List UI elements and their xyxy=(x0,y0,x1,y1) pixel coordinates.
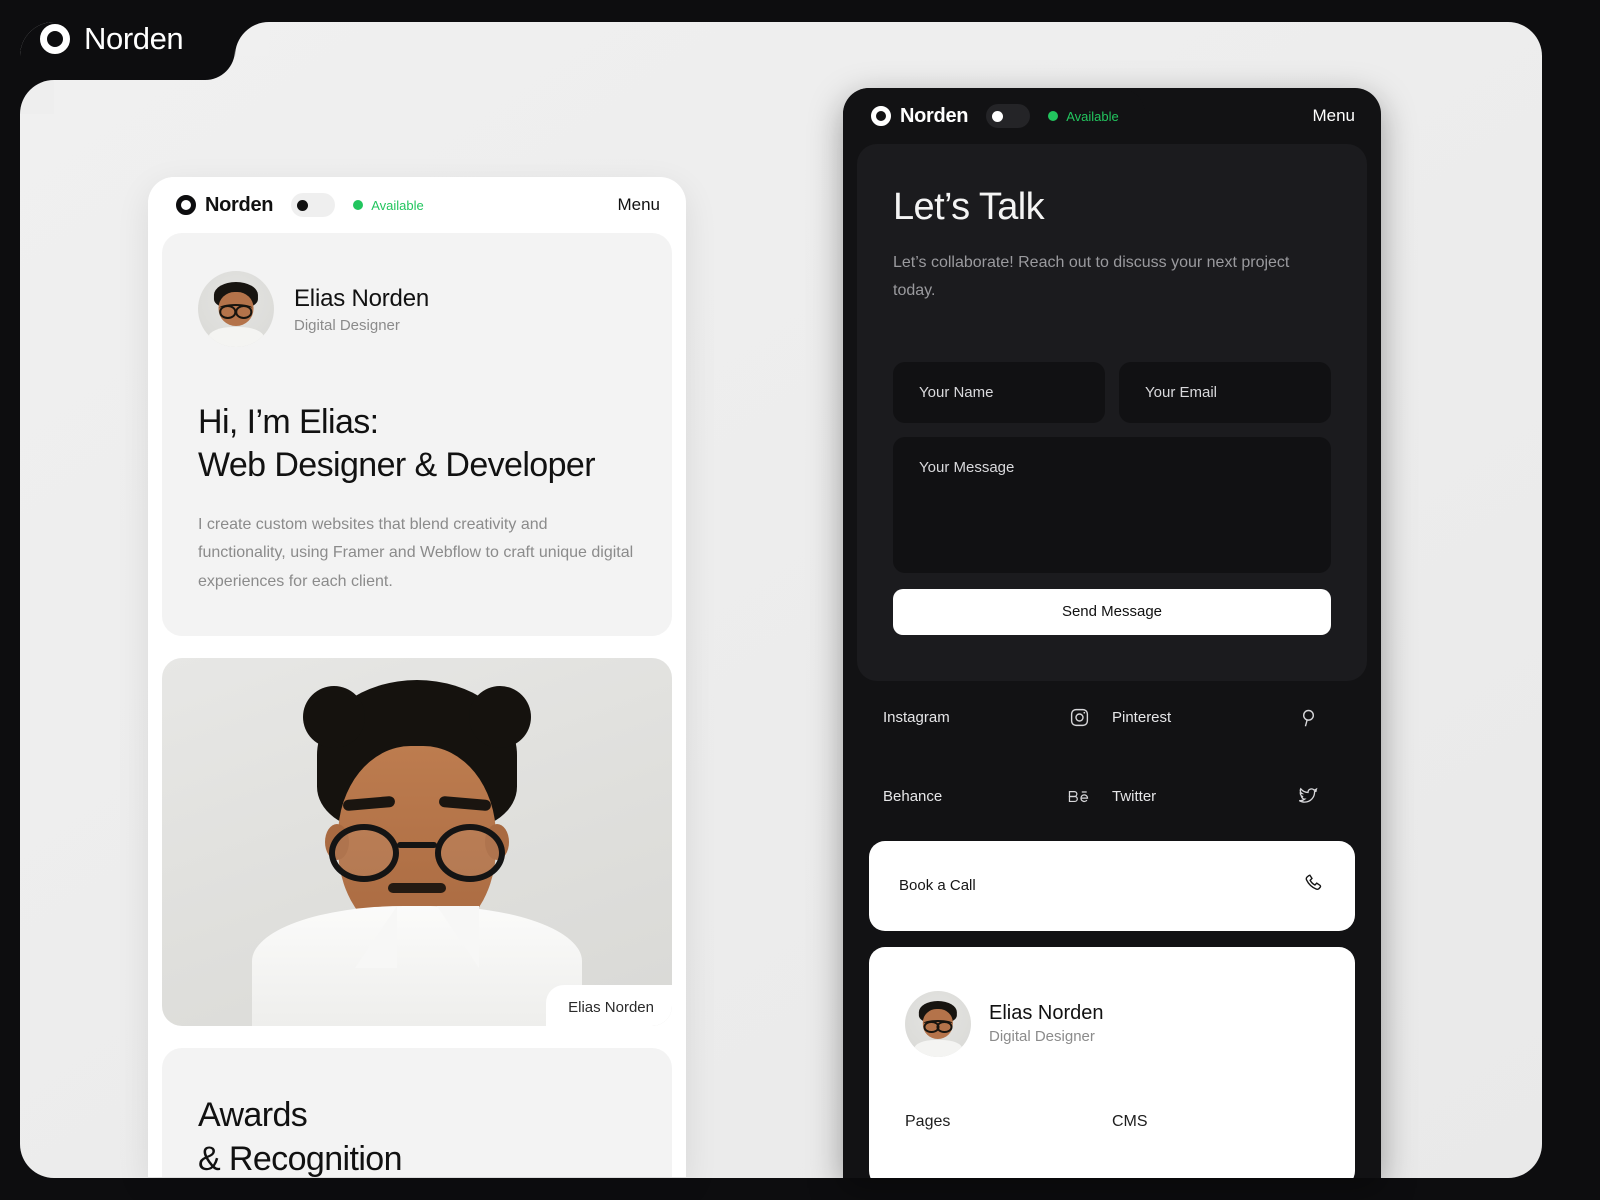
footer-columns: Pages CMS xyxy=(905,1113,1319,1131)
social-links: Instagram Pinterest Behance Twitter xyxy=(857,681,1367,841)
footer-card: Elias Norden Digital Designer Pages CMS xyxy=(869,946,1355,1178)
brand-notch-curve-bottom xyxy=(20,80,54,114)
glasses-icon xyxy=(329,823,505,882)
dark-brand[interactable]: Norden xyxy=(871,104,969,128)
social-label: Twitter xyxy=(1112,787,1157,805)
dark-status-badge: Available xyxy=(1048,109,1119,124)
email-input[interactable]: Your Email xyxy=(1119,361,1331,423)
light-menu-button[interactable]: Menu xyxy=(577,177,686,233)
twitter-icon xyxy=(1297,786,1319,807)
footer-profile: Elias Norden Digital Designer xyxy=(905,990,1319,1057)
light-status-badge: Available xyxy=(353,198,424,213)
social-link-twitter[interactable]: Twitter xyxy=(1112,786,1341,807)
avatar xyxy=(905,990,971,1057)
social-label: Behance xyxy=(883,787,943,805)
phone-icon xyxy=(1303,872,1325,899)
light-phone-header: Norden Available Menu xyxy=(148,177,686,233)
dark-brand-label: Norden xyxy=(900,104,969,127)
social-label: Pinterest xyxy=(1112,708,1172,726)
footer-profile-role: Digital Designer xyxy=(989,1028,1095,1046)
dark-status-label: Available xyxy=(1066,108,1119,124)
light-phone-body: Elias Norden Digital Designer Hi, I’m El… xyxy=(148,233,686,1177)
portrait-caption: Elias Norden xyxy=(546,985,672,1027)
portrait-moustache xyxy=(388,882,446,893)
message-input[interactable]: Your Message xyxy=(893,436,1331,573)
avatar-glasses-icon xyxy=(923,1019,953,1034)
book-a-call-button[interactable]: Book a Call xyxy=(869,840,1355,931)
page-brand[interactable]: Norden xyxy=(0,0,232,78)
light-phone-frame: Norden Available Menu Elias Norden Digit… xyxy=(148,177,686,1177)
avatar-shirt xyxy=(914,1039,962,1057)
hero-profile-name: Elias Norden xyxy=(294,284,430,312)
light-brand-label: Norden xyxy=(205,193,274,216)
hero-heading: Hi, I’m Elias: Web Designer & Developer xyxy=(198,401,636,487)
footer-column-cms[interactable]: CMS xyxy=(1112,1113,1319,1131)
portrait-collar-left xyxy=(355,906,397,969)
circle-ring-icon xyxy=(176,195,196,215)
portrait-lens-left xyxy=(329,823,399,882)
hero-profile-role: Digital Designer xyxy=(294,316,400,334)
dark-menu-button[interactable]: Menu xyxy=(1272,88,1381,144)
send-message-button[interactable]: Send Message xyxy=(893,588,1331,635)
portrait-collar-right xyxy=(437,906,479,969)
light-status-label: Available xyxy=(371,197,424,213)
contact-heading: Let’s Talk xyxy=(893,186,1045,228)
screen: Norden Norden Available Menu Elias Norde… xyxy=(0,0,1600,1200)
status-dot-icon xyxy=(353,200,364,210)
pinterest-icon xyxy=(1298,707,1319,728)
social-row: Behance Twitter xyxy=(883,786,1341,807)
social-row: Instagram Pinterest xyxy=(883,707,1341,728)
footer-profile-text: Elias Norden Digital Designer xyxy=(989,1002,1104,1045)
portrait-shirt xyxy=(252,906,582,1027)
social-link-instagram[interactable]: Instagram xyxy=(883,707,1112,728)
awards-heading-line-1: Awards xyxy=(198,1096,308,1135)
hero-paragraph: I create custom websites that blend crea… xyxy=(198,515,634,590)
circle-ring-icon xyxy=(40,24,70,54)
dark-phone-body: Let’s Talk Let’s collaborate! Reach out … xyxy=(843,144,1381,1178)
toggle-knob-icon xyxy=(992,110,1004,122)
footer-profile-name: Elias Norden xyxy=(989,1002,1104,1025)
status-dot-icon xyxy=(1048,111,1059,121)
dark-theme-toggle[interactable] xyxy=(986,104,1031,128)
hero-panel: Elias Norden Digital Designer Hi, I’m El… xyxy=(162,233,672,637)
portrait-photo: Elias Norden xyxy=(162,658,672,1027)
portrait-lens-right xyxy=(435,823,505,882)
awards-heading-line-2: & Recognition xyxy=(198,1139,402,1177)
dark-phone-frame: Norden Available Menu Let’s Talk Let’s c… xyxy=(843,88,1381,1178)
footer-column-pages[interactable]: Pages xyxy=(905,1113,1112,1131)
instagram-icon xyxy=(1069,707,1090,728)
light-header-pill: Norden Available xyxy=(148,177,450,233)
contact-panel: Let’s Talk Let’s collaborate! Reach out … xyxy=(857,144,1367,681)
avatar-shirt xyxy=(208,327,264,347)
dark-phone-header: Norden Available Menu xyxy=(843,88,1381,144)
hero-profile-text: Elias Norden Digital Designer xyxy=(294,285,429,334)
hero-heading-line-2: Web Designer & Developer xyxy=(198,445,596,484)
contact-field-row: Your Name Your Email xyxy=(893,361,1331,423)
hero-heading-line-1: Hi, I’m Elias: xyxy=(198,403,379,441)
dark-header-pill: Norden Available xyxy=(843,88,1145,144)
awards-panel: Awards & Recognition xyxy=(162,1048,672,1177)
portrait-glasses-bridge xyxy=(397,841,437,848)
toggle-knob-icon xyxy=(297,199,309,211)
social-link-behance[interactable]: Behance xyxy=(883,786,1112,807)
awards-heading: Awards & Recognition xyxy=(198,1094,636,1177)
light-brand[interactable]: Norden xyxy=(176,193,274,217)
hero-profile: Elias Norden Digital Designer xyxy=(198,271,636,347)
social-link-pinterest[interactable]: Pinterest xyxy=(1112,707,1341,728)
avatar xyxy=(198,271,274,347)
contact-paragraph: Let’s collaborate! Reach out to discuss … xyxy=(893,254,1290,300)
name-input[interactable]: Your Name xyxy=(893,361,1105,423)
brand-notch-curve-right xyxy=(235,22,269,56)
circle-ring-icon xyxy=(871,106,891,126)
book-a-call-label: Book a Call xyxy=(899,877,976,895)
avatar-glasses-icon xyxy=(219,304,254,320)
social-label: Instagram xyxy=(883,708,950,726)
light-theme-toggle[interactable] xyxy=(291,193,336,217)
page-brand-label: Norden xyxy=(84,21,184,56)
behance-icon xyxy=(1067,786,1090,807)
